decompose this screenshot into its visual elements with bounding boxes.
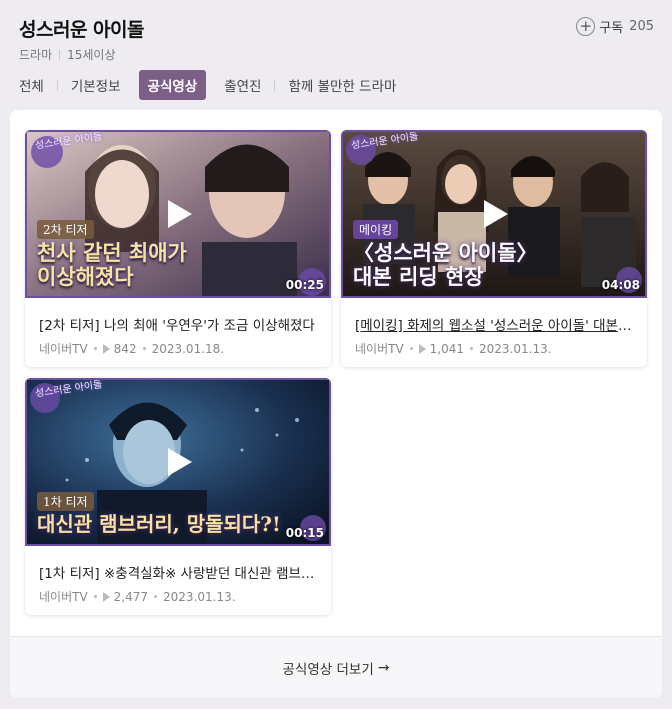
- upload-date: 2023.01.13.: [479, 341, 552, 356]
- video-info: 네이버TV 842 2023.01.18.: [39, 340, 224, 357]
- caption-line: 이상해졌다: [37, 264, 134, 289]
- upload-date: 2023.01.13.: [163, 589, 236, 604]
- video-title[interactable]: [메이킹] 화제의 웹소설 '성스러운 아이돌' 대본 리딩 현장: [355, 314, 635, 334]
- divider: [154, 595, 158, 598]
- more-videos-label: 공식영상 더보기: [282, 661, 374, 678]
- tab-bar: 전체 기본정보 공식영상 출연진 함께 볼만한 드라마: [10, 70, 405, 100]
- subscribe-label: 구독: [599, 21, 624, 36]
- play-icon: [168, 200, 192, 228]
- video-thumbnail[interactable]: 성스러운 아이돌 1차 티저 대신관 램브러리, 망돌되다?! 00:15: [25, 378, 331, 546]
- video-info: 네이버TV 2,477 2023.01.13.: [39, 588, 236, 605]
- genre-text: 드라마: [19, 48, 53, 62]
- divider: [59, 49, 61, 60]
- views-icon: [102, 591, 110, 602]
- video-source: 네이버TV: [355, 342, 404, 356]
- video-info: 네이버TV 1,041 2023.01.13.: [355, 340, 552, 357]
- view-count: 842: [113, 341, 137, 356]
- drama-meta: 드라마 15세이상: [19, 46, 116, 63]
- video-card[interactable]: 성스러운 아이돌 메이킹 〈성스러운 아이돌〉 대본 리딩 현장 04:08 […: [341, 130, 647, 367]
- divider: [274, 79, 276, 91]
- caption-line: 〈성스러운 아이돌〉: [353, 240, 538, 265]
- tab-official-videos[interactable]: 공식영상: [138, 70, 207, 100]
- drama-title[interactable]: 성스러운 아이돌: [19, 15, 144, 42]
- video-badge: 2차 티저: [37, 220, 94, 239]
- video-title[interactable]: [2차 티저] 나의 최애 '우연우'가 조금 이상해졌다: [39, 314, 319, 334]
- video-duration: 00:25: [285, 278, 324, 292]
- divider: [93, 595, 97, 598]
- rating-text: 15세이상: [67, 48, 116, 62]
- plus-icon: +: [576, 17, 596, 36]
- tab-similar-dramas[interactable]: 함께 볼만한 드라마: [279, 70, 405, 100]
- video-thumbnail[interactable]: 성스러운 아이돌 메이킹 〈성스러운 아이돌〉 대본 리딩 현장 04:08: [341, 130, 647, 298]
- video-list: 성스러운 아이돌 2차 티저 천사 같던 최애가 이상해졌다 00:25 [2차…: [10, 110, 662, 698]
- video-thumbnail[interactable]: 성스러운 아이돌 2차 티저 천사 같던 최애가 이상해졌다 00:25: [25, 130, 331, 298]
- video-duration: 04:08: [601, 278, 640, 292]
- divider: [409, 347, 413, 350]
- upload-date: 2023.01.18.: [151, 341, 225, 356]
- caption-line: 천사 같던 최애가: [37, 240, 187, 265]
- video-badge: 1차 티저: [37, 492, 94, 511]
- drama-panel: 성스러운 아이돌 + 구독 205 드라마 15세이상 전체 기본정보 공식영상…: [0, 0, 672, 709]
- caption-line: 대신관 램브러리, 망돌되다?!: [37, 512, 281, 536]
- video-card[interactable]: 성스러운 아이돌 1차 티저 대신관 램브러리, 망돌되다?! 00:15 [1…: [25, 378, 331, 615]
- video-title[interactable]: [1차 티저] ※충격실화※ 사랑받던 대신관 램브러리, 망돌되다?!: [39, 562, 319, 582]
- tab-basic-info[interactable]: 기본정보: [62, 70, 130, 100]
- play-icon: [168, 448, 192, 476]
- divider: [56, 79, 58, 91]
- view-count: 1,041: [429, 341, 465, 356]
- divider: [93, 347, 97, 350]
- arrow-right-icon: →: [377, 659, 390, 676]
- more-videos-button[interactable]: 공식영상 더보기 →: [10, 636, 662, 698]
- views-icon: [102, 343, 110, 354]
- divider: [470, 347, 474, 350]
- video-duration: 00:15: [285, 526, 324, 540]
- caption-line: 대본 리딩 현장: [353, 264, 484, 289]
- subscribe-button[interactable]: + 구독 205: [576, 17, 654, 36]
- video-badge: 메이킹: [353, 220, 399, 239]
- video-source: 네이버TV: [39, 342, 88, 356]
- tab-cast[interactable]: 출연진: [215, 70, 270, 100]
- view-count: 2,477: [113, 589, 149, 604]
- video-source: 네이버TV: [39, 590, 88, 604]
- subscribe-count: 205: [629, 19, 654, 34]
- video-card[interactable]: 성스러운 아이돌 2차 티저 천사 같던 최애가 이상해졌다 00:25 [2차…: [25, 130, 331, 367]
- tab-all[interactable]: 전체: [10, 70, 53, 100]
- play-icon: [484, 200, 508, 228]
- divider: [142, 347, 146, 350]
- views-icon: [418, 343, 426, 354]
